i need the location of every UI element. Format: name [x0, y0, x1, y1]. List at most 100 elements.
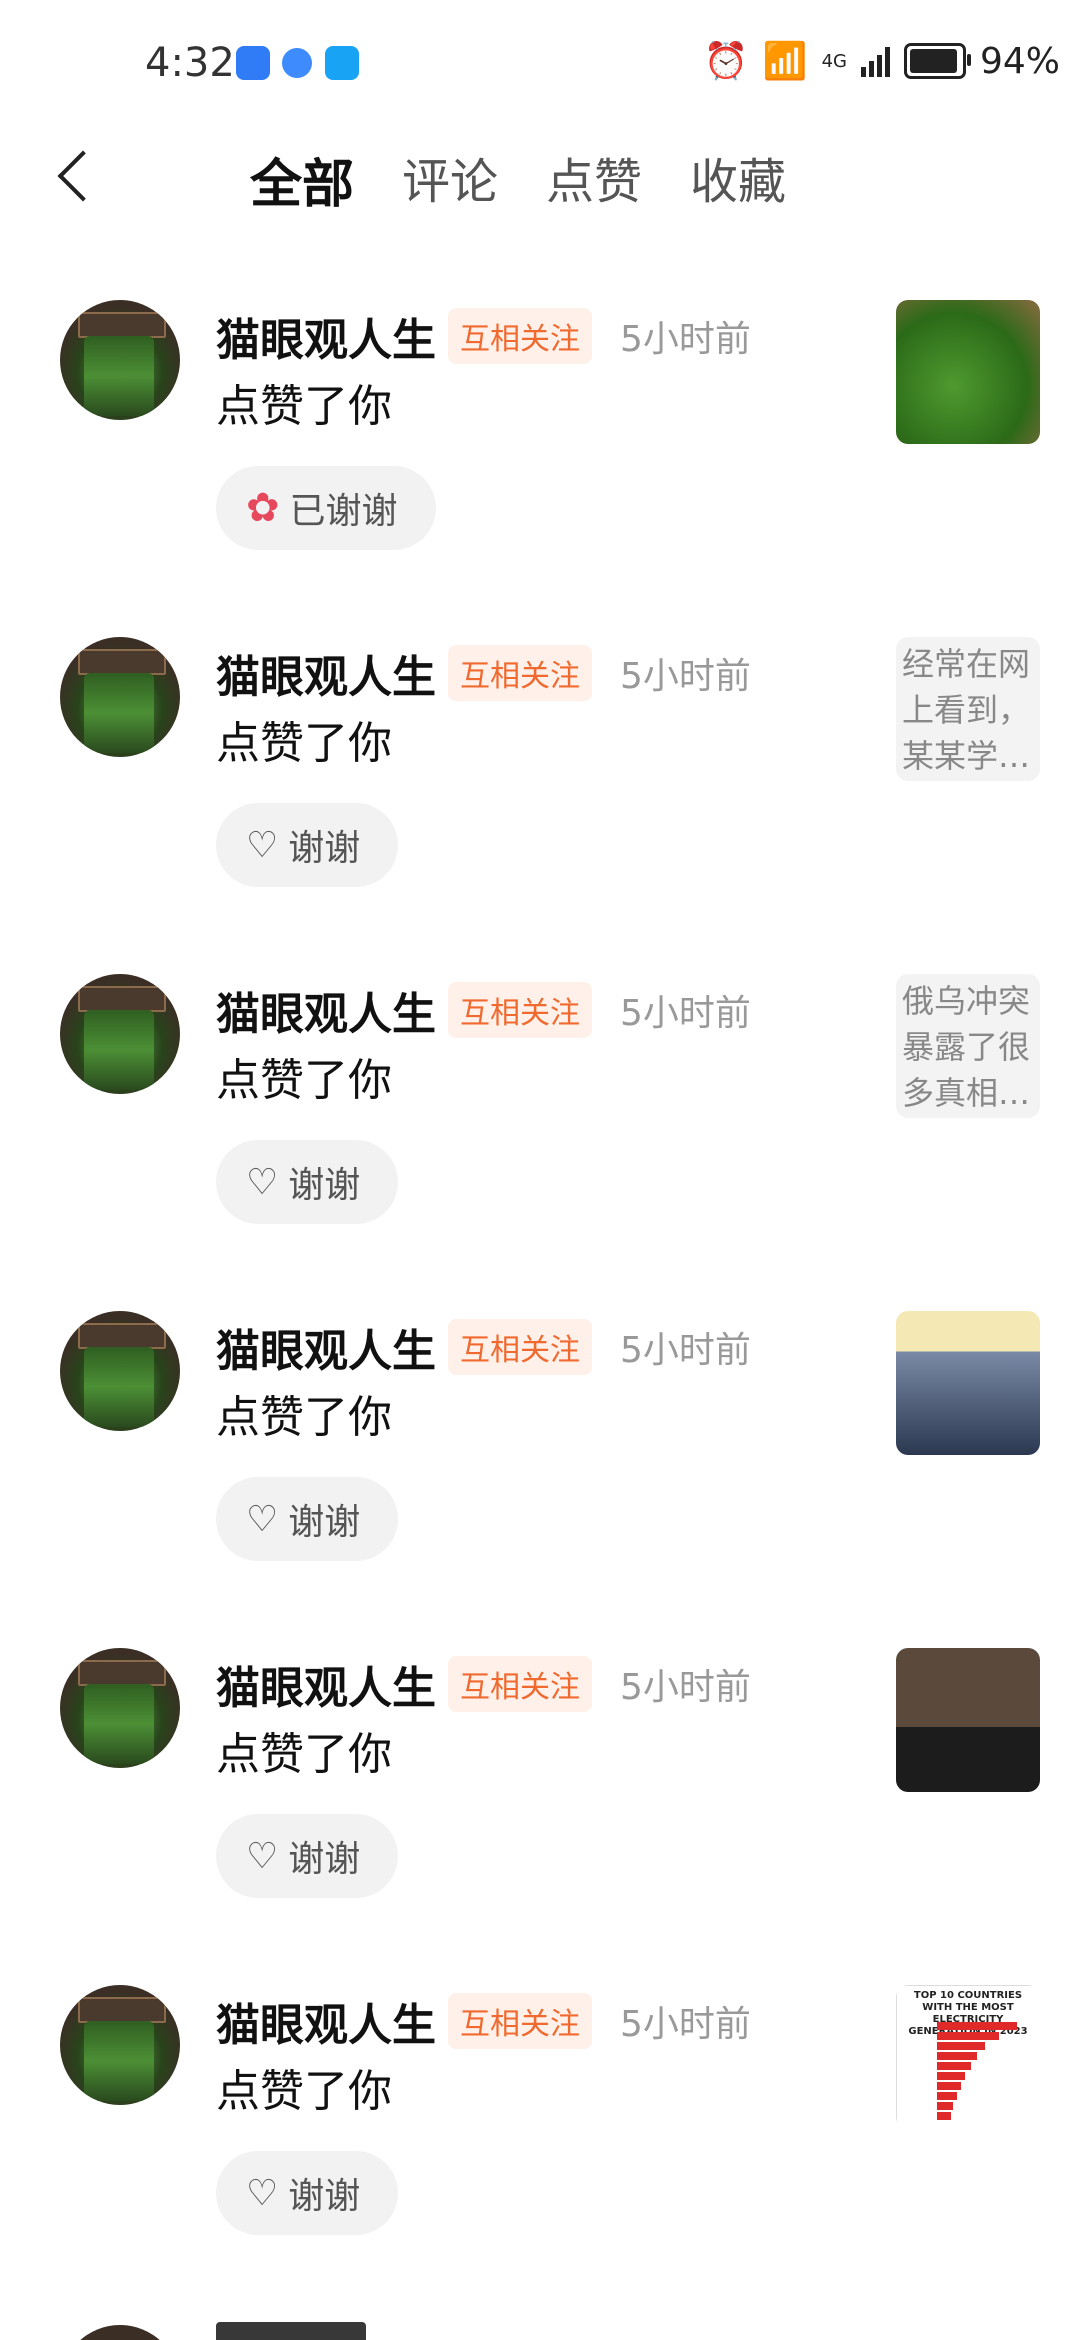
- tab-0[interactable]: 全部: [250, 142, 354, 217]
- user-name[interactable]: 猫眼观人生: [216, 1652, 436, 1716]
- search-app-icon: [325, 46, 359, 80]
- browser-app-icon: [282, 48, 312, 78]
- name-row: 猫眼观人生 互相关注 5小时前: [216, 304, 751, 368]
- thanked-button[interactable]: ✿ 已谢谢: [216, 466, 436, 550]
- name-placeholder: [216, 2322, 366, 2340]
- tab-1[interactable]: 评论: [402, 142, 498, 217]
- mutual-follow-badge: 互相关注: [448, 1319, 592, 1375]
- thumbnail-image: [896, 1648, 1040, 1792]
- tab-2[interactable]: 点赞: [546, 142, 642, 217]
- network-type: 4G: [821, 50, 847, 72]
- thanks-label: 谢谢: [288, 1839, 361, 1880]
- thanks-label: 谢谢: [288, 828, 361, 869]
- heart-icon: ♡: [246, 2172, 279, 2214]
- chart-bar: [937, 2082, 961, 2090]
- action-text: 点赞了你: [216, 718, 392, 769]
- user-name[interactable]: 猫眼观人生: [216, 641, 436, 705]
- alarm-icon: ⏰: [703, 41, 749, 82]
- list-item[interactable]: 猫眼观人生 互相关注 5小时前点赞了你 ♡ 谢谢: [0, 1638, 1080, 1975]
- post-thumbnail[interactable]: [896, 1648, 1040, 1792]
- battery-icon: [903, 43, 971, 79]
- thanks-button[interactable]: ♡ 谢谢: [216, 1814, 399, 1898]
- thanks-label: 谢谢: [288, 2176, 361, 2217]
- user-name[interactable]: 猫眼观人生: [216, 1989, 436, 2053]
- user-name[interactable]: 猫眼观人生: [216, 304, 436, 368]
- battery-percent: 94%: [979, 40, 1060, 82]
- mutual-follow-badge: 互相关注: [448, 982, 592, 1038]
- chart-thumb-caption: TOP 10 COUNTRIES WITH THE MOST ELECTRICI…: [908, 1990, 1028, 2037]
- thumbnail-image: TOP 10 COUNTRIES WITH THE MOST ELECTRICI…: [896, 1985, 1040, 2129]
- thanks-button[interactable]: ♡ 谢谢: [216, 1140, 399, 1224]
- user-name[interactable]: 猫眼观人生: [216, 978, 436, 1042]
- timestamp: 5小时前: [620, 1667, 751, 1708]
- mutual-follow-badge: 互相关注: [448, 1656, 592, 1712]
- list-item[interactable]: 猫眼观人生 互相关注 5小时前 点赞了你 ♡ 谢谢: [0, 1301, 1080, 1638]
- action-text: 点赞了你: [216, 1729, 392, 1780]
- post-thumbnail[interactable]: 俄乌冲突暴露了很多真相…: [896, 974, 1040, 1118]
- thanks-button[interactable]: ♡ 谢谢: [216, 2151, 399, 2235]
- tab-bar: 全部 评论 点赞 收藏: [250, 142, 786, 217]
- name-row: 猫眼观人生 互相关注 5小时前: [216, 1315, 751, 1379]
- timestamp: 5小时前: [620, 2004, 751, 2045]
- name-row: 猫眼观人生 互相关注 5小时前: [216, 978, 751, 1042]
- partial-list-item: [0, 2300, 1080, 2340]
- thanks-label: 谢谢: [288, 1165, 361, 1206]
- thanks-button[interactable]: ♡ 谢谢: [216, 803, 399, 887]
- name-row: 猫眼观人生 互相关注 5小时前: [216, 641, 751, 705]
- notification-list: 猫眼观人生 互相关注 5小时前 点赞了你 ✿ 已谢谢 猫眼观人生 互相关注 5小时前 点赞了你 ♡ 谢…: [0, 290, 1080, 2312]
- user-name[interactable]: 猫眼观人生: [216, 1315, 436, 1379]
- avatar[interactable]: [60, 1985, 180, 2105]
- list-item[interactable]: 猫眼观人生 互相关注 5小时前点赞了你 ♡ 谢谢 经常在网上看到，某某学…: [0, 627, 1080, 964]
- action-text: 点赞了你: [216, 381, 392, 432]
- battery-fill: [909, 49, 957, 73]
- chart-bar: [937, 2052, 977, 2060]
- status-bar: 4:32 ⏰ 📶 4G 94%: [0, 0, 1080, 130]
- list-item[interactable]: 猫眼观人生 互相关注 5小时前点赞了你 ♡ 谢谢 俄乌冲突暴露了很多真相…: [0, 964, 1080, 1301]
- avatar[interactable]: [60, 1311, 180, 1431]
- chart-bar: [937, 2042, 985, 2050]
- name-row: 猫眼观人生 互相关注 5小时前: [216, 1652, 751, 1716]
- post-thumbnail[interactable]: [896, 300, 1040, 444]
- thumbnail-image: [896, 1311, 1040, 1455]
- chart-bar: [937, 2102, 953, 2110]
- timestamp: 5小时前: [620, 656, 751, 697]
- heart-icon: ♡: [246, 1161, 279, 1203]
- thanks-label: 谢谢: [288, 1502, 361, 1543]
- thanks-button[interactable]: ♡ 谢谢: [216, 1477, 399, 1561]
- tab-3[interactable]: 收藏: [690, 142, 786, 217]
- avatar[interactable]: [60, 974, 180, 1094]
- timestamp: 5小时前: [620, 319, 751, 360]
- post-thumbnail[interactable]: [896, 1311, 1040, 1455]
- chart-bar: [937, 2092, 957, 2100]
- mutual-follow-badge: 互相关注: [448, 1993, 592, 2049]
- avatar: [60, 2325, 180, 2340]
- list-item[interactable]: 猫眼观人生 互相关注 5小时前点赞了你 ♡ 谢谢 TOP 10 COUNTRIES WIT…: [0, 1975, 1080, 2312]
- signal-icon: [860, 45, 890, 77]
- heart-icon: ♡: [246, 824, 279, 866]
- list-item[interactable]: 猫眼观人生 互相关注 5小时前点赞了你 ✿ 已谢谢: [0, 290, 1080, 627]
- name-row: 猫眼观人生 互相关注 5小时前: [216, 1989, 751, 2053]
- mutual-follow-badge: 互相关注: [448, 308, 592, 364]
- timestamp: 5小时前: [620, 993, 751, 1034]
- mutual-follow-badge: 互相关注: [448, 645, 592, 701]
- heart-icon: ♡: [246, 1498, 279, 1540]
- avatar[interactable]: [60, 1648, 180, 1768]
- top-nav: 全部 评论 点赞 收藏: [0, 130, 1080, 220]
- chart-bar: [937, 2072, 965, 2080]
- avatar[interactable]: [60, 300, 180, 420]
- post-thumbnail[interactable]: 经常在网上看到，某某学…: [896, 637, 1040, 781]
- chart-bar: [937, 2032, 999, 2040]
- heart-icon: ♡: [246, 1835, 279, 1877]
- flower-icon: ✿: [246, 485, 280, 531]
- timestamp: 5小时前: [620, 1330, 751, 1371]
- back-chevron-icon[interactable]: [55, 148, 95, 203]
- status-time: 4:32: [145, 40, 235, 86]
- avatar[interactable]: [60, 637, 180, 757]
- thanks-label: 已谢谢: [289, 491, 398, 532]
- chart-bar: [937, 2112, 951, 2120]
- action-text: 点赞了你: [216, 1055, 392, 1106]
- chart-bar: [937, 2062, 971, 2070]
- thumbnail-image: [896, 300, 1040, 444]
- post-thumbnail[interactable]: TOP 10 COUNTRIES WITH THE MOST ELECTRICI…: [896, 1985, 1040, 2129]
- action-text: 点赞了你: [216, 2066, 392, 2117]
